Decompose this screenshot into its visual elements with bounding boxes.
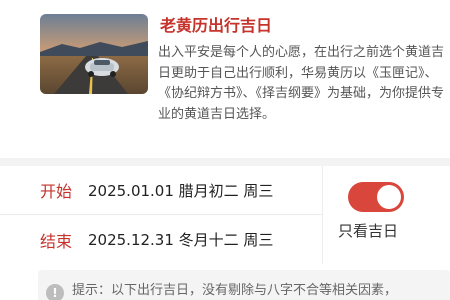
article-card: 老黄历出行吉日 出入平安是每个人的心愿，在出行之前选个黄道吉日更助于自己出行顺利… (0, 0, 450, 158)
article-title[interactable]: 老黄历出行吉日 (160, 12, 272, 36)
lucky-days-toggle[interactable] (348, 182, 404, 212)
date-range-panel: 开始 2025.01.01 腊月初二 周三 结束 2025.12.31 冬月十二… (0, 166, 450, 264)
lucky-days-label: 只看吉日 (338, 222, 399, 240)
info-icon: ! (46, 284, 64, 300)
end-label: 结束 (40, 231, 73, 251)
start-date-value: 2025.01.01 腊月初二 周三 (88, 181, 274, 200)
tip-text: 提示：以下出行吉日，没有剔除与八字不合等相关因素， (72, 283, 398, 298)
end-date-value: 2025.12.31 冬月十二 周三 (88, 231, 274, 249)
start-date-row[interactable]: 开始 2025.01.01 腊月初二 周三 (0, 166, 322, 215)
article-description: 出入平安是每个人的心愿，在出行之前选个黄道吉日更助于自己出行顺利，华易黄历以《玉… (158, 45, 445, 122)
vertical-divider (322, 166, 323, 264)
tip-banner: ! 提示：以下出行吉日，没有剔除与八字不合等相关因素， (38, 270, 450, 300)
road-trip-image (40, 14, 148, 94)
toggle-knob (377, 185, 401, 209)
section-divider (0, 158, 450, 166)
start-label: 开始 (40, 182, 73, 201)
end-date-row[interactable]: 结束 2025.12.31 冬月十二 周三 (0, 215, 322, 264)
